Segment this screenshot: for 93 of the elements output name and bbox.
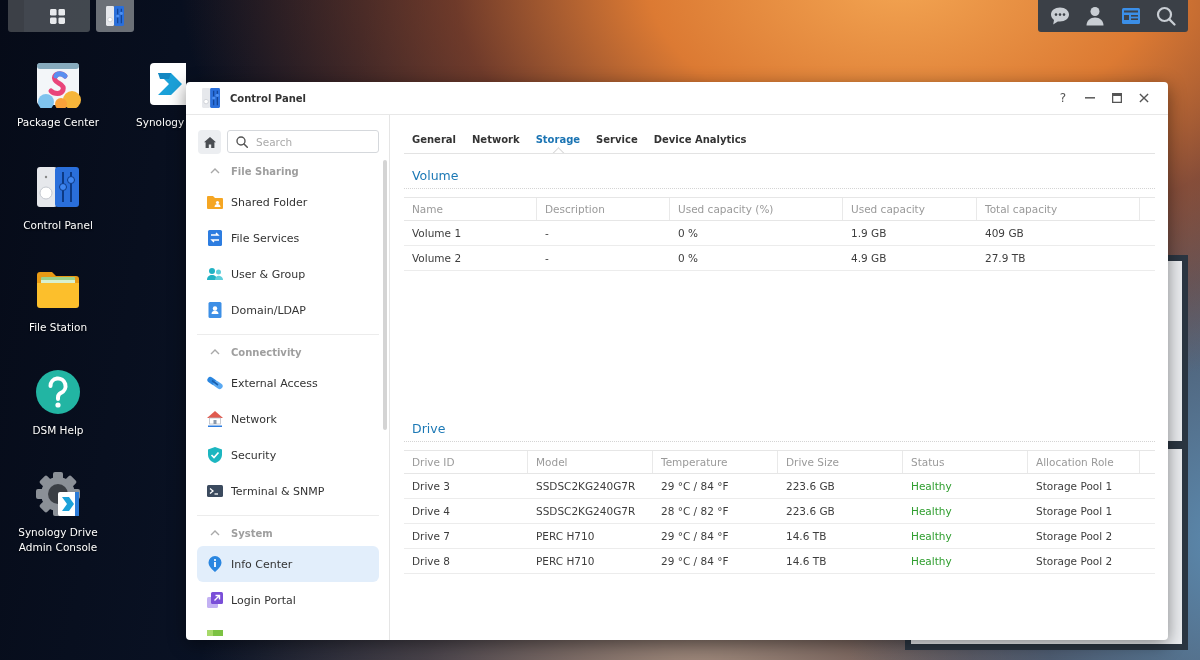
column-header: Drive Size bbox=[778, 451, 903, 473]
table-cell-text: 28 °C / 82 °F bbox=[660, 504, 730, 519]
sidebar-item[interactable]: External Access bbox=[197, 365, 379, 401]
sidebar-item[interactable]: Security bbox=[197, 437, 379, 473]
terminal-icon bbox=[207, 483, 223, 499]
help-icon bbox=[34, 367, 82, 416]
close-icon bbox=[1139, 93, 1149, 103]
search-icon bbox=[236, 135, 248, 148]
column-header: Total capacity bbox=[977, 198, 1140, 220]
status-text: Healthy bbox=[910, 504, 953, 519]
users-icon bbox=[207, 266, 223, 282]
status-text: Healthy bbox=[910, 529, 953, 544]
table-cell-text: Storage Pool 2 bbox=[1035, 529, 1114, 544]
search-icon[interactable] bbox=[1156, 6, 1177, 26]
user-icon[interactable] bbox=[1085, 6, 1106, 26]
column-header: Model bbox=[528, 451, 653, 473]
section-title: Drive bbox=[404, 417, 1155, 442]
arrow-square-icon bbox=[207, 592, 223, 608]
sidebar-item[interactable]: Shared Folder bbox=[197, 184, 379, 220]
column-header: Used capacity (%) bbox=[670, 198, 843, 220]
table-cell-text: 29 °C / 84 °F bbox=[660, 479, 730, 494]
sidebar-item[interactable]: User & Group bbox=[197, 256, 379, 292]
status-text: Healthy bbox=[910, 479, 953, 494]
sliders-icon bbox=[106, 6, 124, 26]
tab[interactable]: General bbox=[404, 115, 464, 153]
table-cell-text: 4.9 GB bbox=[850, 251, 888, 266]
home-button[interactable] bbox=[198, 130, 221, 154]
help-button[interactable]: ? bbox=[1053, 88, 1073, 108]
tab[interactable]: Service bbox=[588, 115, 646, 153]
table-cell-text: 14.6 TB bbox=[785, 554, 828, 569]
grid-icon bbox=[49, 8, 65, 24]
house-icon bbox=[207, 411, 223, 427]
tab[interactable]: Device Analytics bbox=[645, 115, 755, 153]
table-cell-text: PERC H710 bbox=[535, 529, 596, 544]
taskbar-app-button[interactable] bbox=[96, 0, 134, 32]
column-header: Description bbox=[537, 198, 670, 220]
column-header: Allocation Role bbox=[1028, 451, 1140, 473]
sidebar-item[interactable]: Login Portal bbox=[197, 582, 379, 618]
address-book-icon bbox=[207, 302, 223, 318]
table-cell-text: 0 % bbox=[677, 251, 699, 266]
sidebar-item[interactable]: Network bbox=[197, 401, 379, 437]
table-cell-text: 29 °C / 84 °F bbox=[660, 529, 730, 544]
table-cell-text: PERC H710 bbox=[535, 554, 596, 569]
sidebar-item[interactable]: Info Center bbox=[197, 546, 379, 582]
widget-card-icon[interactable] bbox=[1120, 6, 1141, 26]
table-cell-text: Drive 4 bbox=[411, 504, 451, 519]
scrollbar-thumb[interactable] bbox=[383, 160, 387, 430]
table-cell-text: 223.6 GB bbox=[785, 504, 836, 519]
app-icon bbox=[207, 630, 223, 636]
table-cell-text: Drive 7 bbox=[411, 529, 451, 544]
table-cell-text: 223.6 GB bbox=[785, 479, 836, 494]
status-text: Healthy bbox=[910, 554, 953, 569]
table-cell-text: 409 GB bbox=[984, 226, 1025, 241]
sidebar-item[interactable]: Domain/LDAP bbox=[197, 292, 379, 328]
table-cell-text: Storage Pool 2 bbox=[1035, 554, 1114, 569]
table-cell-text: 0 % bbox=[677, 226, 699, 241]
column-header: Status bbox=[903, 451, 1028, 473]
table-cell-text: 29 °C / 84 °F bbox=[660, 554, 730, 569]
main-menu-button[interactable] bbox=[8, 0, 90, 32]
column-header: Name bbox=[404, 198, 537, 220]
table-cell-text: Volume 1 bbox=[411, 226, 463, 241]
gear-icon bbox=[34, 470, 82, 518]
table-cell-text: 1.9 GB bbox=[850, 226, 888, 241]
table-cell-text: Drive 8 bbox=[411, 554, 451, 569]
shield-icon bbox=[207, 447, 223, 463]
table-cell-text: Drive 3 bbox=[411, 479, 451, 494]
table-cell-text: SSDSC2KG240G7R bbox=[535, 504, 637, 519]
sidebar-item[interactable]: File Services bbox=[197, 220, 379, 256]
info-pin-icon bbox=[207, 556, 223, 572]
table-cell-text: 14.6 TB bbox=[785, 529, 828, 544]
table-cell-text: Storage Pool 1 bbox=[1035, 479, 1114, 494]
table-cell-text: Volume 2 bbox=[411, 251, 463, 266]
column-header: Used capacity bbox=[843, 198, 977, 220]
chat-icon[interactable] bbox=[1049, 6, 1070, 26]
table-cell-text: - bbox=[544, 251, 550, 266]
file-arrows-icon bbox=[207, 230, 223, 246]
home-icon bbox=[203, 136, 216, 148]
table-cell-text: - bbox=[544, 226, 550, 241]
window-title: Control Panel bbox=[230, 92, 306, 104]
sidebar-item[interactable]: Terminal & SNMP bbox=[197, 473, 379, 509]
section-title: Volume bbox=[404, 164, 1155, 189]
search-field[interactable]: Search bbox=[227, 130, 379, 153]
table-cell-text: 27.9 TB bbox=[984, 251, 1027, 266]
folder-icon bbox=[207, 194, 223, 210]
column-header: Drive ID bbox=[404, 451, 528, 473]
column-header: Temperature bbox=[653, 451, 778, 473]
table-cell-text: SSDSC2KG240G7R bbox=[535, 479, 637, 494]
package-icon bbox=[34, 60, 82, 108]
table-cell-text: Storage Pool 1 bbox=[1035, 504, 1114, 519]
maximize-icon bbox=[1112, 93, 1122, 103]
tab[interactable]: Network bbox=[464, 115, 528, 153]
sliders-icon bbox=[202, 88, 220, 108]
link-icon bbox=[207, 375, 223, 391]
